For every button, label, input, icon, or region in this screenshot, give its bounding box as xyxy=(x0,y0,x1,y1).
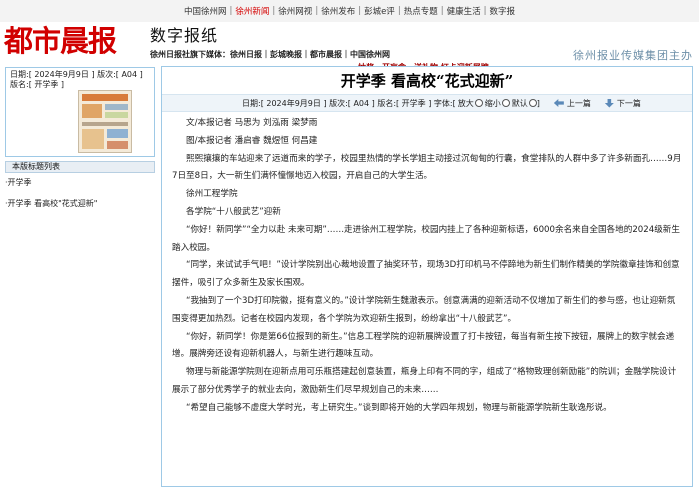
font-small-label: 缩小 xyxy=(484,98,501,108)
font-large-label: 放大 xyxy=(457,98,474,108)
article-paragraph: “同学，来试试手气吧！”设计学院别出心裁地设置了抽奖环节，现场3D打印机马不停蹄… xyxy=(172,260,680,289)
title-list-item[interactable]: ·开学季 看高校"花式迎新" xyxy=(5,198,97,209)
font-default-option[interactable]: 默认 xyxy=(512,98,537,109)
article-paragraph: 徐州工程学院 xyxy=(186,189,238,200)
article-paragraph: “我抽到了一个3D打印院徽，挺有意义的。”设计学院新生魏澈表示。创意满满的迎新活… xyxy=(172,295,676,324)
media-subtitle: 徐州日报社旗下媒体：徐州日报｜彭城晚报｜都市晨报｜中国徐州网 xyxy=(150,50,390,59)
nav-link-xuzhou-net[interactable]: 中国徐州网 xyxy=(182,5,229,17)
top-nav: 中国徐州网 | 徐州新闻 | 徐州网视 | 徐州发布 | 彭城e评 | 热点专题… xyxy=(0,0,699,22)
edition-date: 日期:[ 2024年9月9日 ] 版次:[ A04 ] xyxy=(10,70,143,79)
edition-page: 版名:[ 开学季 ] xyxy=(10,80,65,89)
article-paragraph: 文/本报记者 马思为 刘泓雨 梁梦雨 xyxy=(186,118,318,128)
title-list-header: 本版标题列表 xyxy=(5,161,155,173)
thumb-block xyxy=(107,141,128,149)
thumb-block xyxy=(82,104,102,118)
prev-article-button[interactable]: 上一篇 xyxy=(553,98,591,109)
arrow-left-icon xyxy=(553,99,564,107)
title-list: ·开学季 ·开学季 看高校"花式迎新" xyxy=(5,173,155,487)
article-paragraph: 熙熙攘攘的车站迎来了远道而来的学子，校园里热情的学长学姐主动接过沉甸甸的行囊，食… xyxy=(172,153,682,182)
nav-link-pengcheng-comment[interactable]: 彭城e评 xyxy=(362,5,397,17)
thumb-block xyxy=(105,112,128,118)
article-paragraph: 物理与新能源学院则在迎新点用可乐瓶搭建起创意装置，瓶身上印有不同的字，组成了“格… xyxy=(172,367,677,395)
nav-link-xuzhou-release[interactable]: 徐州发布 xyxy=(319,5,357,17)
font-small-option[interactable]: 缩小 xyxy=(485,98,510,109)
thumb-block xyxy=(82,94,128,101)
thumb-block xyxy=(82,122,128,126)
article-paragraph: “你好！新同学”“全力以赴 未来可期”……走进徐州工程学院，校园内挂上了各种迎新… xyxy=(172,224,680,253)
page-thumbnail[interactable] xyxy=(78,90,132,153)
article-paragraph: “你好，新同学！你是第66位报到的新生。”信息工程学院的迎新展牌设置了打卡按钮，… xyxy=(172,331,675,360)
radio-icon[interactable] xyxy=(474,99,483,107)
arrow-down-icon xyxy=(604,98,614,108)
nav-link-xuzhou-news[interactable]: 徐州新闻 xyxy=(233,5,271,17)
article-paragraph: “希望自己能够不虚度大学时光，考上研究生。”谈到即将开始的大学四年规划，物理与新… xyxy=(186,402,612,413)
radio-icon[interactable] xyxy=(528,99,537,107)
article-info-bar: 日期:[ 2024年9月9日 ] 版次:[ A04 ] 版名:[ 开学季 ] 字… xyxy=(162,94,692,112)
nav-link-xuzhou-tv[interactable]: 徐州网视 xyxy=(276,5,314,17)
digital-paper-title: 数字报纸 xyxy=(150,26,219,45)
edition-meta: 日期:[ 2024年9月9日 ] 版次:[ A04 ] 版名:[ 开学季 ] xyxy=(10,70,143,90)
thumb-block xyxy=(105,104,128,110)
thumb-block xyxy=(107,129,128,138)
title-list-item[interactable]: ·开学季 xyxy=(5,177,32,188)
font-default-label: 默认 xyxy=(511,98,528,108)
newspaper-logo[interactable]: 都市晨报 xyxy=(4,23,117,59)
article-body: 文/本报记者 马思为 刘泓雨 梁梦雨 图/本报记者 潘启睿 魏煜恒 何昌建 熙熙… xyxy=(162,115,692,418)
article-panel: 开学季 看高校“花式迎新” 日期:[ 2024年9月9日 ] 版次:[ A04 … xyxy=(161,66,693,487)
site-header: 都市晨报 数字报纸 徐州日报社旗下媒体：徐州日报｜彭城晚报｜都市晨报｜中国徐州网… xyxy=(0,22,699,62)
edition-panel: 日期:[ 2024年9月9日 ] 版次:[ A04 ] 版名:[ 开学季 ] xyxy=(5,67,155,157)
article-title: 开学季 看高校“花式迎新” xyxy=(340,72,514,90)
group-name: 徐州报业传媒集团主办 xyxy=(573,49,693,62)
next-article-label: 下一篇 xyxy=(616,98,641,108)
thumb-block xyxy=(82,129,104,149)
radio-icon[interactable] xyxy=(501,99,510,107)
article-paragraph: 图/本报记者 潘启睿 魏煜恒 何昌建 xyxy=(186,135,318,146)
font-large-option[interactable]: 放大 xyxy=(458,98,483,109)
info-close-bracket: ] xyxy=(536,98,540,108)
nav-link-hot-topics[interactable]: 热点专题 xyxy=(402,5,440,17)
prev-article-label: 上一篇 xyxy=(566,98,591,108)
article-info-text: 日期:[ 2024年9月9日 ] 版次:[ A04 ] 版名:[ 开学季 ] 字… xyxy=(242,98,456,108)
nav-link-digital-paper[interactable]: 数字报 xyxy=(487,5,517,17)
next-article-button[interactable]: 下一篇 xyxy=(604,98,641,109)
article-paragraph: 各学院“十八般武艺”迎新 xyxy=(186,206,281,217)
nav-link-health[interactable]: 健康生活 xyxy=(445,5,483,17)
